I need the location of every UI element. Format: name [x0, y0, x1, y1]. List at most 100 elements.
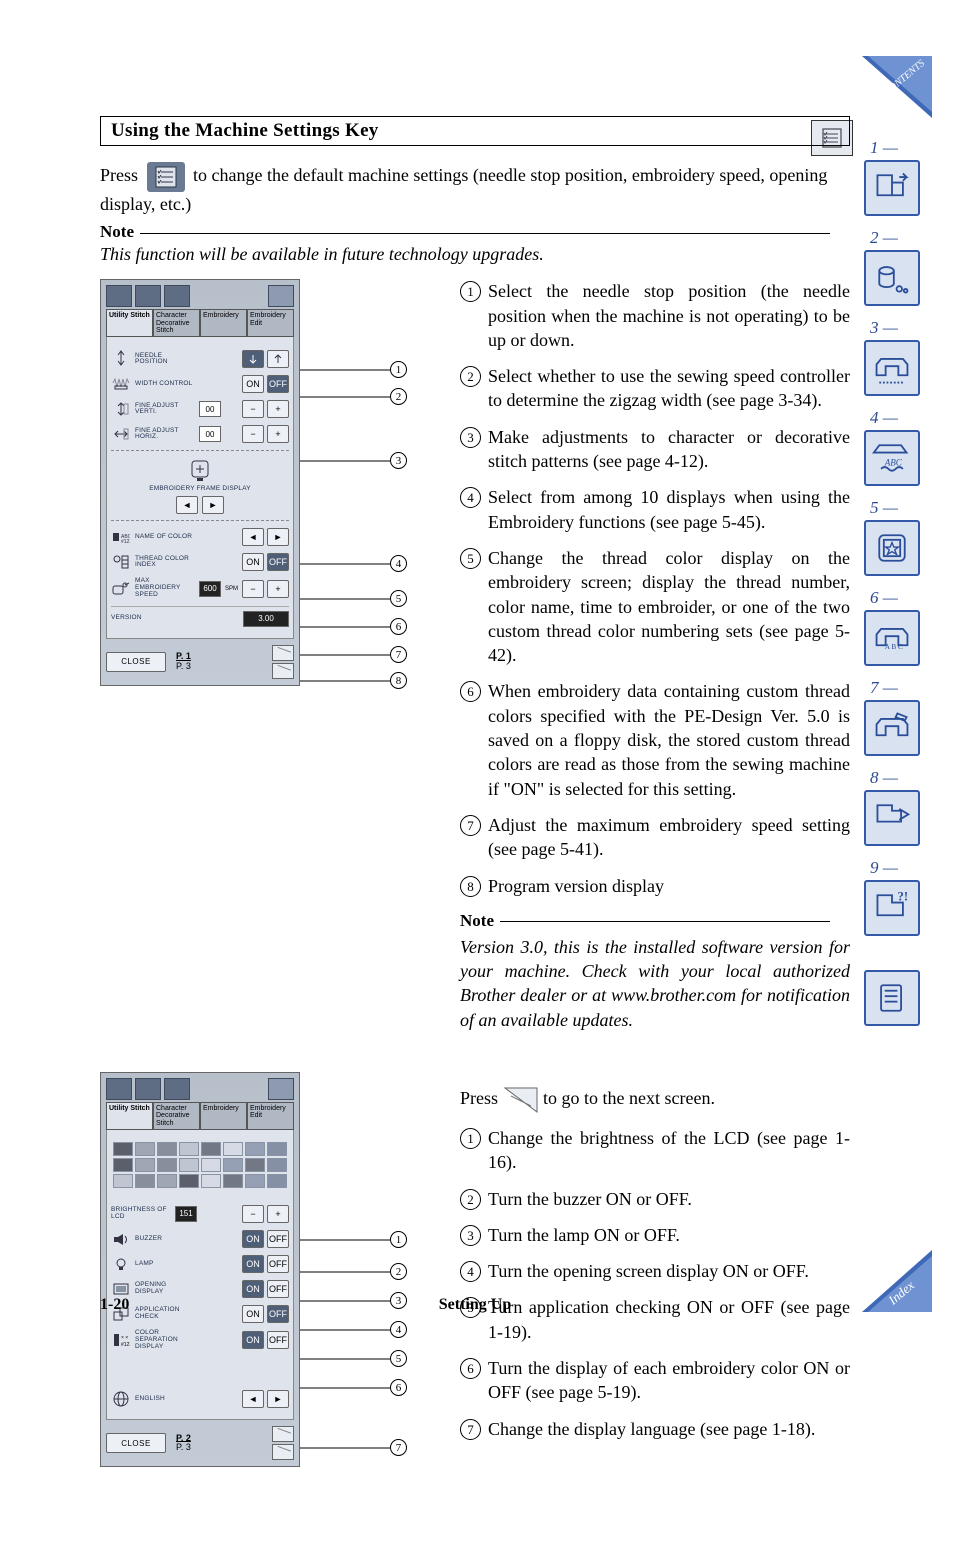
- buzzer-on[interactable]: ON: [242, 1230, 264, 1248]
- svg-text:× ×: × ×: [121, 1335, 128, 1341]
- frame-display-label: EMBROIDERY FRAME DISPLAY: [111, 485, 289, 492]
- footer-title: Setting Up: [439, 1296, 511, 1314]
- fine-vert-value: 00: [199, 401, 221, 417]
- page-next-2[interactable]: [272, 1444, 294, 1460]
- page-footer: 1-20 Setting Up: [100, 1296, 850, 1314]
- settings-screen-1: Utility Stitch Character Decorative Stit…: [100, 279, 300, 685]
- close-button-2[interactable]: CLOSE: [106, 1433, 166, 1453]
- topicon-settings[interactable]: [268, 285, 294, 307]
- needle-down-button[interactable]: [242, 350, 264, 368]
- list1-item-3: Make adjustments to character or decorat…: [460, 425, 850, 474]
- colorsep-on[interactable]: ON: [242, 1331, 264, 1349]
- tab-char-decorative-b[interactable]: Character Decorative Stitch: [153, 1102, 200, 1130]
- topicon-1b[interactable]: [106, 1078, 132, 1100]
- pager-1: P. 1P. 3: [176, 652, 191, 671]
- row-name-of-color: ABC#123 NAME OF COLOR ◄►: [111, 528, 289, 546]
- press-next-line: Press to go to the next screen.: [460, 1086, 850, 1114]
- tab-embroidery[interactable]: Embroidery: [200, 309, 247, 337]
- brightness-value: 151: [175, 1206, 197, 1222]
- row-lamp: LAMP ONOFF: [111, 1255, 289, 1273]
- name-color-left[interactable]: ◄: [242, 528, 264, 546]
- tab-utility-stitch-b[interactable]: Utility Stitch: [106, 1102, 153, 1130]
- list2-item-6: Turn the display of each embroidery colo…: [460, 1356, 850, 1405]
- chapter-nav: 1 — 2 — 3 — 4 — ABC 5 — 6 — A B C 7 — 8 …: [864, 160, 930, 1062]
- speed-plus[interactable]: +: [267, 580, 289, 598]
- lang-right[interactable]: ►: [267, 1390, 289, 1408]
- brightness-plus[interactable]: +: [267, 1205, 289, 1223]
- fine-horiz-icon: [111, 425, 131, 443]
- svg-text:A B C: A B C: [885, 643, 903, 651]
- needle-up-button[interactable]: [267, 350, 289, 368]
- list1-item-7: Adjust the maximum embroidery speed sett…: [460, 813, 850, 862]
- width-off-button[interactable]: OFF: [267, 375, 289, 393]
- lamp-on[interactable]: ON: [242, 1255, 264, 1273]
- row-needle-position: NEEDLE POSITION: [111, 350, 289, 368]
- fine-vert-plus[interactable]: +: [267, 400, 289, 418]
- topicon-2[interactable]: [135, 285, 161, 307]
- svg-text:#123: #123: [121, 1342, 130, 1348]
- close-button-1[interactable]: CLOSE: [106, 652, 166, 672]
- topicon-3[interactable]: [164, 285, 190, 307]
- list1-item-8: Program version display: [460, 874, 850, 898]
- list1-item-4: Select from among 10 displays when using…: [460, 485, 850, 534]
- tab-utility-stitch[interactable]: Utility Stitch: [106, 309, 153, 337]
- lang-left[interactable]: ◄: [242, 1390, 264, 1408]
- fine-horiz-plus[interactable]: +: [267, 425, 289, 443]
- tab-embroidery-b[interactable]: Embroidery: [200, 1102, 247, 1130]
- lamp-icon: [111, 1255, 131, 1273]
- lamp-off[interactable]: OFF: [267, 1255, 289, 1273]
- tab-char-decorative[interactable]: Character Decorative Stitch: [153, 309, 200, 337]
- thread-index-off[interactable]: OFF: [267, 553, 289, 571]
- fine-vert-minus[interactable]: −: [242, 400, 264, 418]
- nav-ch8[interactable]: 8 —: [864, 790, 920, 846]
- brightness-minus[interactable]: −: [242, 1205, 264, 1223]
- nav-ch4[interactable]: 4 — ABC: [864, 430, 920, 486]
- index-tab[interactable]: Index: [862, 1250, 932, 1312]
- topicon-3b[interactable]: [164, 1078, 190, 1100]
- nav-ch2[interactable]: 2 —: [864, 250, 920, 306]
- fine-horiz-value: 00: [199, 426, 221, 442]
- color-swatches: [111, 1136, 289, 1198]
- colorsep-icon: × ×#123: [111, 1331, 131, 1349]
- name-color-icon: ABC#123: [111, 528, 131, 546]
- row-fine-horiz: FINE ADJUST HORIZ. 00 −+: [111, 425, 289, 443]
- topicon-1[interactable]: [106, 285, 132, 307]
- nav-ch3[interactable]: 3 —: [864, 340, 920, 396]
- page-prev-1[interactable]: [272, 645, 294, 661]
- svg-text:?!: ?!: [897, 890, 908, 904]
- name-color-right[interactable]: ►: [267, 528, 289, 546]
- colorsep-off[interactable]: OFF: [267, 1331, 289, 1349]
- fine-horiz-minus[interactable]: −: [242, 425, 264, 443]
- settings-screen-2: Utility Stitch Character Decorative Stit…: [100, 1072, 300, 1467]
- frame-left[interactable]: ◄: [176, 496, 198, 514]
- list1-item-5: Change the thread color display on the e…: [460, 546, 850, 667]
- page-prev-2[interactable]: [272, 1426, 294, 1442]
- contents-tab[interactable]: CONTENTS: [862, 56, 932, 118]
- sub-note-text: Version 3.0, this is the installed softw…: [460, 935, 850, 1032]
- page-next-1[interactable]: [272, 663, 294, 679]
- fine-vert-icon: [111, 400, 131, 418]
- nav-ch9[interactable]: 9 — ?!: [864, 880, 920, 936]
- nav-ch1[interactable]: 1 —: [864, 160, 920, 216]
- nav-ch7[interactable]: 7 —: [864, 700, 920, 756]
- topicon-2b[interactable]: [135, 1078, 161, 1100]
- frame-right[interactable]: ►: [202, 496, 224, 514]
- speed-minus[interactable]: −: [242, 580, 264, 598]
- list2-item-2: Turn the buzzer ON or OFF.: [460, 1187, 850, 1211]
- nav-ch5[interactable]: 5 —: [864, 520, 920, 576]
- row-brightness: BRIGHTNESS OF LCD 151 −+: [111, 1205, 289, 1223]
- row-version: VERSION 3.00: [111, 606, 289, 627]
- topicon-settings-b[interactable]: [268, 1078, 294, 1100]
- nav-ch6[interactable]: 6 — A B C: [864, 610, 920, 666]
- next-page-icon: [503, 1086, 539, 1114]
- tab-embroidery-edit[interactable]: Embroidery Edit: [247, 309, 294, 337]
- buzzer-icon: [111, 1230, 131, 1248]
- sub-note-label: Note: [460, 910, 850, 933]
- svg-text:ABC: ABC: [884, 457, 903, 467]
- nav-appendix[interactable]: [864, 970, 920, 1026]
- list-screen1: Select the needle stop position (the nee…: [460, 279, 850, 898]
- thread-index-on[interactable]: ON: [242, 553, 264, 571]
- width-on-button[interactable]: ON: [242, 375, 264, 393]
- tab-embroidery-edit-b[interactable]: Embroidery Edit: [247, 1102, 294, 1130]
- buzzer-off[interactable]: OFF: [267, 1230, 289, 1248]
